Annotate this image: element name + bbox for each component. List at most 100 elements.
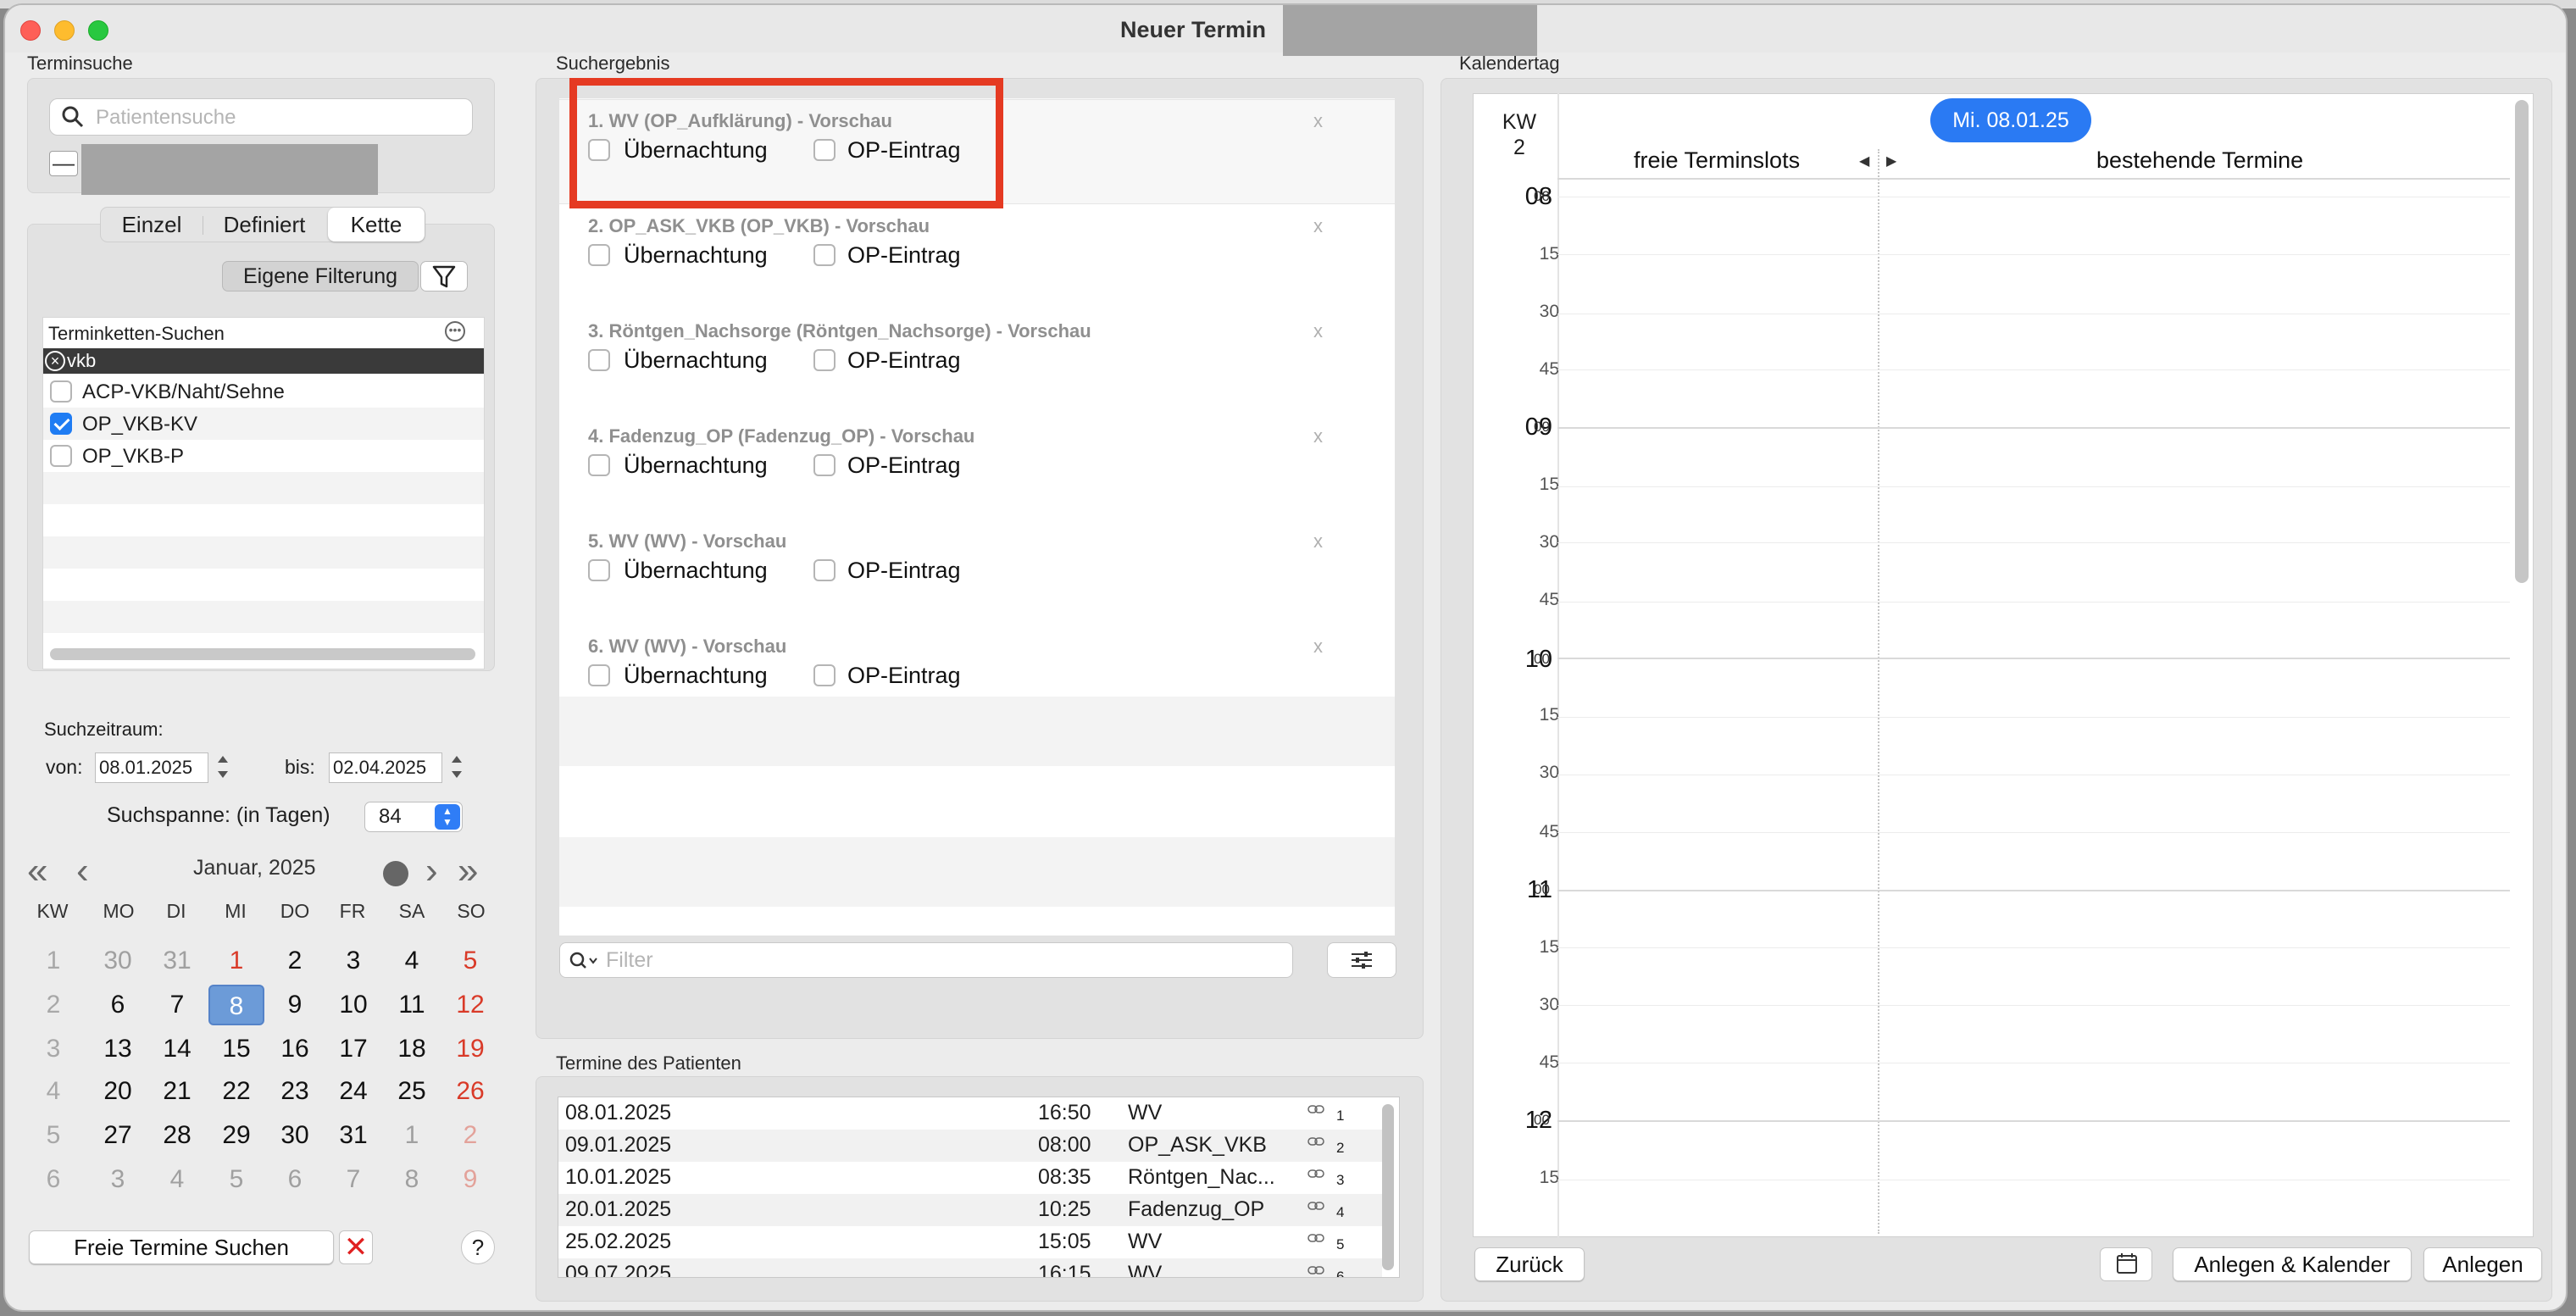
calendar-day[interactable]: 8 bbox=[384, 1159, 440, 1200]
calendar-day[interactable]: 18 bbox=[384, 1029, 440, 1069]
freie-termine-suchen-button[interactable]: Freie Termine Suchen bbox=[29, 1230, 334, 1264]
calendar-view-button[interactable] bbox=[2100, 1247, 2152, 1281]
result-item[interactable]: 4. Fadenzug_OP (Fadenzug_OP) - Vorschau … bbox=[559, 414, 1395, 519]
calendar-day[interactable]: 5 bbox=[442, 941, 498, 981]
calendar-day[interactable]: 2 bbox=[442, 1115, 498, 1156]
calendar-day[interactable]: 7 bbox=[325, 1159, 381, 1200]
calendar-day[interactable]: 15 bbox=[208, 1029, 264, 1069]
calendar-day[interactable]: 24 bbox=[325, 1071, 381, 1112]
table-row[interactable]: 10.01.2025 08:35 Röntgen_Nac... 3 bbox=[558, 1162, 1382, 1194]
more-options-icon[interactable]: ••• bbox=[445, 321, 465, 341]
anlegen-button[interactable]: Anlegen bbox=[2423, 1247, 2542, 1281]
previous-year-icon[interactable]: « bbox=[27, 852, 47, 890]
remove-patient-button[interactable]: — bbox=[49, 151, 78, 176]
calendar-day[interactable]: 29 bbox=[208, 1115, 264, 1156]
collapse-left-icon[interactable]: ◀ bbox=[1859, 153, 1869, 169]
minimize-window-button[interactable] bbox=[54, 20, 75, 41]
calendar-day[interactable]: 4 bbox=[384, 941, 440, 981]
calendar-day[interactable]: 6 bbox=[267, 1159, 323, 1200]
list-item[interactable]: OP_VKB-KV bbox=[43, 408, 484, 440]
calendar-day[interactable]: 6 bbox=[90, 985, 146, 1025]
next-month-icon[interactable]: › bbox=[425, 852, 438, 890]
op-eintrag-checkbox[interactable] bbox=[813, 454, 836, 476]
filter-funnel-button[interactable] bbox=[420, 261, 468, 292]
calendar-day[interactable]: 26 bbox=[442, 1071, 498, 1112]
calendar-day[interactable]: 12 bbox=[442, 985, 498, 1025]
list-item[interactable]: ACP-VKB/Naht/Sehne bbox=[43, 375, 484, 408]
remove-result-icon[interactable]: x bbox=[1313, 320, 1323, 342]
calendar-day[interactable]: 4 bbox=[149, 1159, 205, 1200]
remove-result-icon[interactable]: x bbox=[1313, 425, 1323, 447]
calendar-day[interactable]: 19 bbox=[442, 1029, 498, 1069]
result-item[interactable]: 3. Röntgen_Nachsorge (Röntgen_Nachsorge)… bbox=[559, 308, 1395, 414]
checkbox-acp-vkb[interactable] bbox=[50, 380, 72, 403]
calendar-day[interactable]: 3 bbox=[90, 1159, 146, 1200]
calendar-day[interactable]: 31 bbox=[149, 941, 205, 981]
next-year-icon[interactable]: » bbox=[458, 852, 478, 890]
calendar-day[interactable]: 9 bbox=[267, 985, 323, 1025]
results-filter-input[interactable]: Filter bbox=[559, 942, 1293, 978]
list-item[interactable]: OP_VKB-P bbox=[43, 440, 484, 472]
calendar-day[interactable]: 2 bbox=[267, 941, 323, 981]
calendar-day[interactable]: 1 bbox=[208, 941, 264, 981]
calendar-day[interactable]: 10 bbox=[325, 985, 381, 1025]
calendar-day[interactable]: 1 bbox=[384, 1115, 440, 1156]
zurueck-button[interactable]: Zurück bbox=[1474, 1247, 1585, 1281]
close-window-button[interactable] bbox=[20, 20, 41, 41]
calendar-day[interactable]: 27 bbox=[90, 1115, 146, 1156]
checkbox-op-vkb-p[interactable] bbox=[50, 445, 72, 467]
ubernachtung-checkbox[interactable] bbox=[588, 349, 610, 371]
calendar-scrollbar[interactable] bbox=[2515, 100, 2529, 583]
calendar-day[interactable]: 16 bbox=[267, 1029, 323, 1069]
calendar-day[interactable]: 28 bbox=[149, 1115, 205, 1156]
calendar-day[interactable]: 31 bbox=[325, 1115, 381, 1156]
calendar-day[interactable]: 11 bbox=[384, 985, 440, 1025]
ubernachtung-checkbox[interactable] bbox=[588, 664, 610, 686]
calendar-day[interactable]: 30 bbox=[90, 941, 146, 981]
table-row[interactable]: 25.02.2025 15:05 WV 5 bbox=[558, 1226, 1382, 1258]
today-dot-icon[interactable] bbox=[383, 861, 408, 886]
calendar-day[interactable]: 23 bbox=[267, 1071, 323, 1112]
result-item[interactable]: 2. OP_ASK_VKB (OP_VKB) - Vorschau x Über… bbox=[559, 203, 1395, 308]
remove-result-icon[interactable]: x bbox=[1313, 530, 1323, 552]
selected-day-pill[interactable]: Mi. 08.01.25 (0+0) bbox=[1930, 98, 2091, 176]
op-eintrag-checkbox[interactable] bbox=[813, 559, 836, 581]
op-eintrag-checkbox[interactable] bbox=[813, 349, 836, 371]
calendar-day[interactable]: 5 bbox=[208, 1159, 264, 1200]
suchspanne-select[interactable]: 84 ▲ ▼ bbox=[364, 802, 463, 832]
calendar-day[interactable]: 22 bbox=[208, 1071, 264, 1112]
calendar-day[interactable]: 30 bbox=[267, 1115, 323, 1156]
checkbox-op-vkb-kv[interactable] bbox=[50, 413, 72, 435]
table-row[interactable]: 20.01.2025 10:25 Fadenzug_OP 4 bbox=[558, 1194, 1382, 1226]
clear-search-button[interactable]: ✕ bbox=[339, 1230, 373, 1264]
table-row[interactable]: 08.01.2025 16:50 WV 1 bbox=[558, 1097, 1382, 1130]
help-button[interactable]: ? bbox=[461, 1230, 495, 1264]
patient-search-input[interactable]: Patientensuche bbox=[49, 98, 473, 136]
ubernachtung-checkbox[interactable] bbox=[588, 244, 610, 266]
calendar-day[interactable]: 14 bbox=[149, 1029, 205, 1069]
table-row[interactable]: 09.01.2025 08:00 OP_ASK_VKB 2 bbox=[558, 1130, 1382, 1162]
calendar-day[interactable]: 7 bbox=[149, 985, 205, 1025]
ubernachtung-checkbox[interactable] bbox=[588, 559, 610, 581]
calendar-day[interactable]: 17 bbox=[325, 1029, 381, 1069]
eigene-filterung-button[interactable]: Eigene Filterung bbox=[222, 261, 419, 292]
bis-date-field[interactable]: 02.04.2025 bbox=[329, 752, 442, 783]
von-date-field[interactable]: 08.01.2025 bbox=[95, 752, 208, 783]
remove-result-icon[interactable]: x bbox=[1313, 636, 1323, 658]
result-item[interactable]: 5. WV (WV) - Vorschau x Übernachtung OP-… bbox=[559, 519, 1395, 624]
calendar-day[interactable]: 13 bbox=[90, 1029, 146, 1069]
ubernachtung-checkbox[interactable] bbox=[588, 454, 610, 476]
calendar-day[interactable]: 20 bbox=[90, 1071, 146, 1112]
horizontal-scrollbar[interactable] bbox=[50, 648, 475, 660]
previous-month-icon[interactable]: ‹ bbox=[76, 852, 89, 890]
remove-result-icon[interactable]: x bbox=[1313, 215, 1323, 237]
calendar-day[interactable]: 3 bbox=[325, 941, 381, 981]
calendar-day[interactable]: 21 bbox=[149, 1071, 205, 1112]
tab-einzel[interactable]: Einzel bbox=[101, 208, 203, 242]
calendar-day[interactable]: 25 bbox=[384, 1071, 440, 1112]
bis-stepper[interactable] bbox=[447, 751, 466, 785]
clear-filter-icon[interactable]: × bbox=[45, 351, 65, 371]
appointments-scrollbar[interactable] bbox=[1382, 1104, 1394, 1270]
op-eintrag-checkbox[interactable] bbox=[813, 664, 836, 686]
remove-result-icon[interactable]: x bbox=[1313, 110, 1323, 132]
